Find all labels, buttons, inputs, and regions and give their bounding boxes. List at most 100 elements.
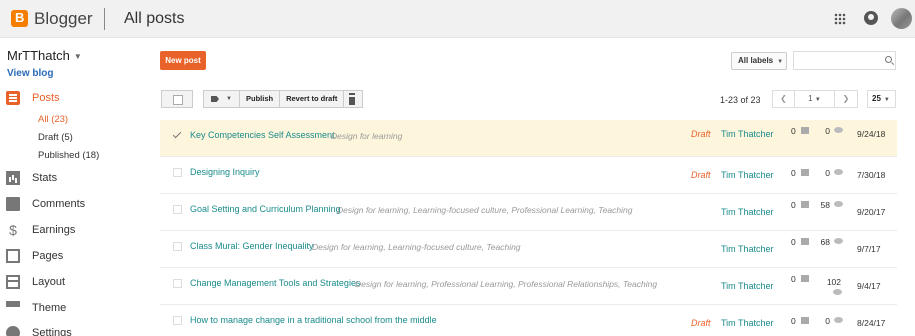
post-title[interactable]: Goal Setting and Curriculum Planning	[190, 204, 341, 214]
view-count: 58	[820, 200, 830, 210]
select-all-checkbox[interactable]	[161, 90, 193, 108]
row-checkbox[interactable]	[173, 316, 182, 325]
sidebar-item-stats[interactable]: Stats	[6, 169, 57, 187]
chevron-down-icon: ▼	[814, 97, 821, 103]
blogger-logo-icon[interactable]	[11, 10, 28, 27]
draft-badge: Draft	[691, 129, 711, 139]
eye-icon	[834, 127, 843, 133]
table-row[interactable]: Key Competencies Self Assessment Design …	[160, 120, 897, 157]
view-blog-link[interactable]: View blog	[7, 68, 54, 79]
eye-icon	[834, 201, 843, 207]
search-input[interactable]	[793, 51, 896, 70]
row-checkbox[interactable]	[173, 242, 182, 251]
chevron-left-icon: ❮	[780, 94, 787, 103]
chevron-down-icon: ▼	[226, 96, 232, 102]
search-icon[interactable]	[885, 56, 892, 63]
post-title[interactable]: Designing Inquiry	[190, 167, 260, 177]
sidebar-item-label: Stats	[32, 172, 58, 184]
eye-icon	[834, 317, 843, 323]
view-count: 0	[825, 126, 830, 136]
page-select[interactable]: 1 ▼	[795, 91, 835, 107]
avatar[interactable]	[891, 8, 912, 29]
post-author[interactable]: Tim Thatcher	[721, 207, 774, 217]
post-author[interactable]: Tim Thatcher	[721, 170, 774, 180]
publish-button[interactable]: Publish	[240, 91, 281, 107]
eye-icon	[834, 169, 843, 175]
eye-icon	[833, 289, 842, 295]
sidebar-item-label: Pages	[32, 250, 64, 262]
comment-count: 0	[791, 237, 796, 247]
row-checkbox[interactable]	[173, 131, 182, 140]
sidebar-item-layout[interactable]: Layout	[6, 273, 65, 291]
sidebar-item-posts[interactable]: Posts	[6, 89, 60, 107]
sidebar-item-label: Comments	[32, 198, 86, 210]
comment-count: 0	[791, 200, 796, 210]
per-page-select[interactable]: 25 ▼	[867, 90, 896, 108]
pages-icon	[6, 249, 20, 263]
post-labels: Design for learning	[331, 131, 403, 141]
view-count: 0	[825, 316, 830, 326]
row-checkbox[interactable]	[173, 168, 182, 177]
post-title[interactable]: How to manage change in a traditional sc…	[190, 315, 437, 325]
new-post-button[interactable]: New post	[160, 51, 206, 70]
comment-icon	[801, 238, 809, 245]
next-page-button[interactable]: ❯	[835, 91, 857, 107]
sidebar-item-earnings[interactable]: $ Earnings	[6, 221, 75, 239]
app-name[interactable]: Blogger	[34, 9, 93, 29]
post-date: 8/24/17	[857, 318, 886, 328]
row-checkbox[interactable]	[173, 279, 182, 288]
post-title[interactable]: Key Competencies Self Assessment	[190, 130, 335, 140]
sidebar-item-label: Layout	[32, 276, 66, 288]
post-labels: Design for learning, Learning-focused cu…	[337, 205, 633, 215]
post-title[interactable]: Change Management Tools and Strategies	[190, 278, 360, 288]
gear-icon	[6, 326, 20, 336]
draft-badge: Draft	[691, 318, 711, 328]
top-bar: Blogger All posts	[0, 0, 915, 38]
comment-icon	[801, 201, 809, 208]
post-date: 9/4/17	[857, 281, 881, 291]
sidebar-item-comments[interactable]: Comments	[6, 195, 85, 213]
sidebar-item-label: Theme	[32, 302, 67, 314]
table-row[interactable]: How to manage change in a traditional sc…	[160, 305, 897, 336]
revert-to-draft-button[interactable]: Revert to draft	[280, 91, 345, 107]
comment-icon	[801, 169, 809, 176]
comment-icon	[801, 275, 809, 282]
blog-selector[interactable]: MrTThatch ▼	[7, 48, 82, 63]
layout-icon	[6, 275, 20, 289]
sidebar-item-label: Earnings	[32, 224, 76, 236]
table-row[interactable]: Change Management Tools and Strategies D…	[160, 268, 897, 305]
table-row[interactable]: Designing Inquiry Draft Tim Thatcher 0 0…	[160, 157, 897, 194]
post-author[interactable]: Tim Thatcher	[721, 129, 774, 139]
view-count: 68	[820, 237, 830, 247]
post-author[interactable]: Tim Thatcher	[721, 281, 774, 291]
sidebar-item-label: Posts	[32, 92, 60, 104]
apps-grid-icon[interactable]	[834, 13, 846, 25]
sidebar-item-pages[interactable]: Pages	[6, 247, 63, 265]
notifications-icon[interactable]	[864, 11, 878, 25]
all-labels-dropdown[interactable]: All labels ▼	[731, 52, 787, 70]
prev-page-button[interactable]: ❮	[773, 91, 795, 107]
table-row[interactable]: Goal Setting and Curriculum Planning Des…	[160, 194, 897, 231]
view-count: 102	[826, 277, 841, 287]
chevron-down-icon: ▼	[73, 52, 82, 62]
chevron-right-icon: ❯	[842, 94, 850, 103]
paint-roller-icon	[6, 301, 20, 307]
post-author[interactable]: Tim Thatcher	[721, 244, 774, 254]
sidebar-item-theme[interactable]: Theme	[6, 299, 66, 317]
table-row[interactable]: Class Mural: Gender Inequality Design fo…	[160, 231, 897, 268]
all-labels-label: All labels	[738, 56, 774, 65]
blog-name: MrTThatch	[7, 48, 70, 63]
sidebar-subitem-published[interactable]: Published (18)	[38, 150, 99, 161]
sidebar-subitem-draft[interactable]: Draft (5)	[38, 132, 73, 143]
comment-count: 0	[791, 126, 796, 136]
comment-count: 0	[791, 274, 796, 284]
sidebar-subitem-all[interactable]: All (23)	[38, 114, 68, 125]
trash-icon[interactable]	[344, 91, 362, 107]
post-author[interactable]: Tim Thatcher	[721, 318, 774, 328]
sidebar-item-settings[interactable]: Settings	[6, 324, 72, 336]
label-button[interactable]: ▼	[204, 91, 240, 107]
row-checkbox[interactable]	[173, 205, 182, 214]
page-title: All posts	[124, 10, 185, 27]
draft-badge: Draft	[691, 170, 711, 180]
post-title[interactable]: Class Mural: Gender Inequality	[190, 241, 314, 251]
